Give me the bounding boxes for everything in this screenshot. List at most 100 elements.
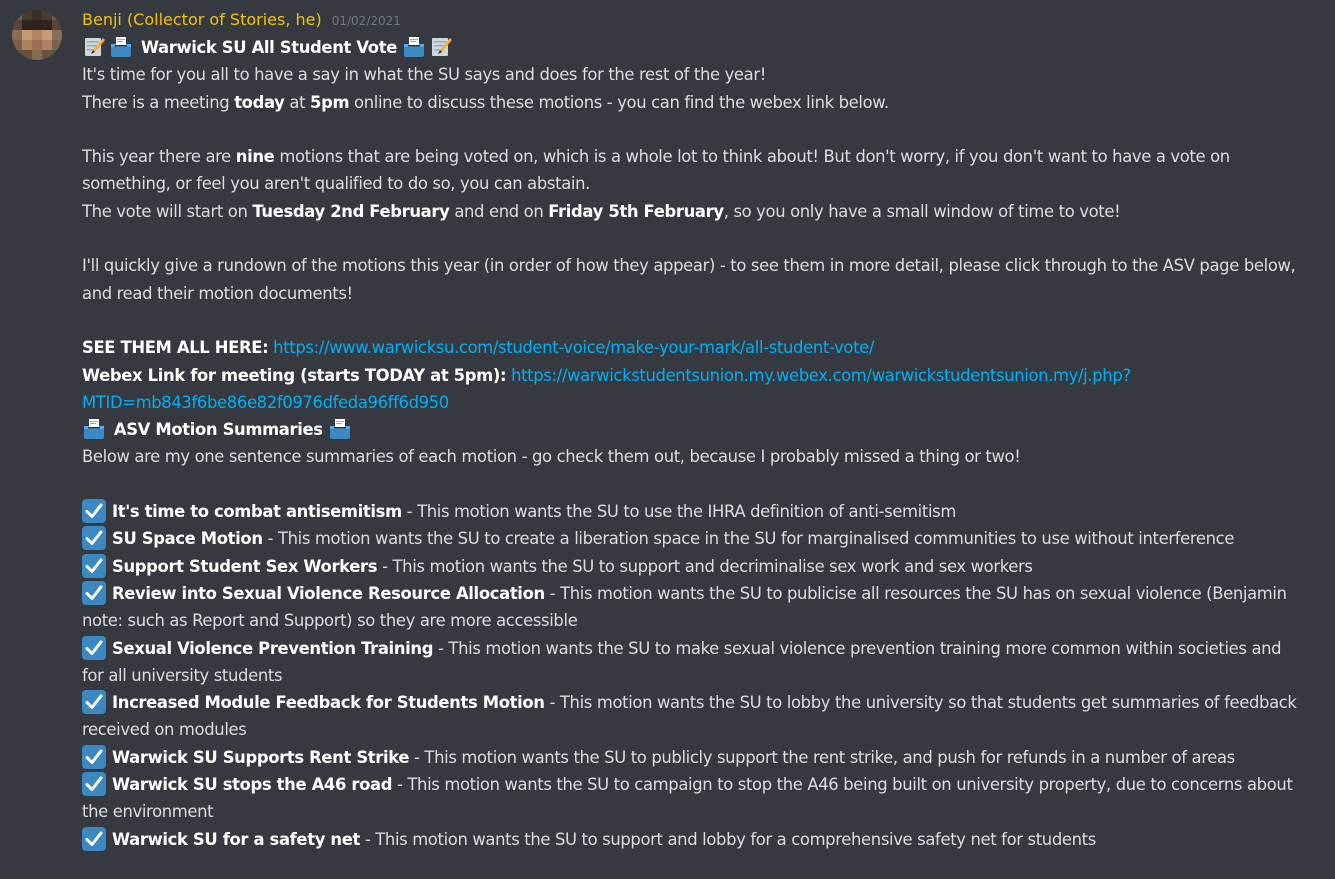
summaries-title: ASV Motion Summaries xyxy=(82,416,1335,443)
see-all-line: SEE THEM ALL HERE: https://www.warwicksu… xyxy=(82,334,1335,361)
rundown-line: I'll quickly give a rundown of the motio… xyxy=(82,256,1296,303)
text: There is a meeting xyxy=(82,92,235,112)
emphasis: nine xyxy=(235,147,275,167)
list-item: Warwick SU for a safety net - This motio… xyxy=(82,826,1297,853)
check-mark-icon xyxy=(82,499,106,524)
avatar-pixel xyxy=(52,20,62,30)
motion-list: It's time to combat antisemitism - This … xyxy=(82,498,1335,853)
motion-desc: - This motion wants the SU to support an… xyxy=(377,556,1033,576)
check-mark-icon xyxy=(82,635,106,660)
motion-name: Warwick SU Supports Rent Strike xyxy=(112,747,410,767)
motion-name: Review into Sexual Violence Resource All… xyxy=(112,583,545,603)
avatar-pixel xyxy=(12,40,22,50)
avatar-pixel xyxy=(32,50,42,60)
avatar-pixel xyxy=(42,50,52,60)
see-all-label: SEE THEM ALL HERE: xyxy=(82,338,269,358)
avatar-pixel xyxy=(22,40,32,50)
text: at xyxy=(284,92,311,112)
motions-count-line: This year there are nine motions that ar… xyxy=(82,143,1297,198)
avatar-pixel xyxy=(22,20,32,30)
text: and end on xyxy=(449,201,549,221)
list-item: Sexual Violence Prevention Training - Th… xyxy=(82,635,1297,690)
avatar-pixel xyxy=(32,10,42,20)
avatar-pixel xyxy=(32,40,42,50)
webex-line: Webex Link for meeting (starts TODAY at … xyxy=(82,362,1335,389)
list-item: Warwick SU stops the A46 road - This mot… xyxy=(82,771,1297,826)
list-item: Support Student Sex Workers - This motio… xyxy=(82,553,1297,580)
text: This year there are xyxy=(82,147,236,167)
check-mark-icon xyxy=(82,690,106,715)
title-text: Warwick SU All Student Vote xyxy=(140,38,397,57)
emphasis: Friday 5th February xyxy=(548,201,724,221)
motion-desc: - This motion wants the SU to use the IH… xyxy=(401,502,957,522)
avatar-pixel xyxy=(12,10,22,20)
list-item: It's time to combat antisemitism - This … xyxy=(82,498,1297,525)
avatar-pixel xyxy=(12,50,22,60)
summaries-title-text: ASV Motion Summaries xyxy=(113,420,323,440)
motion-desc: - This motion wants the SU to create a l… xyxy=(262,529,1235,549)
avatar-pixel xyxy=(22,30,32,40)
webex-link-cont[interactable]: MTID=mb843f6be86e82f0976dfeda96ff6d950 xyxy=(82,393,449,412)
avatar-pixel xyxy=(32,20,42,30)
avatar-pixel xyxy=(32,30,42,40)
ballot-box-icon xyxy=(402,35,426,59)
check-mark-icon xyxy=(82,526,106,551)
check-mark-icon xyxy=(82,772,106,797)
webex-link[interactable]: https://warwickstudentsunion.my.webex.co… xyxy=(511,366,1131,385)
ballot-box-icon xyxy=(82,417,106,441)
username[interactable]: Benji (Collector of Stories, he) xyxy=(82,10,322,29)
list-item: SU Space Motion - This motion wants the … xyxy=(82,525,1297,552)
webex-label: Webex Link for meeting (starts TODAY at … xyxy=(82,365,507,385)
check-mark-icon xyxy=(82,826,106,851)
check-mark-icon xyxy=(82,744,106,769)
avatar-pixel xyxy=(52,30,62,40)
check-mark-icon xyxy=(82,580,106,605)
list-item: Warwick SU Supports Rent Strike - This m… xyxy=(82,744,1297,771)
message-title: Warwick SU All Student Vote xyxy=(82,34,1335,61)
memo-icon xyxy=(429,35,453,59)
avatar-pixel xyxy=(52,10,62,20)
motion-name: Warwick SU for a safety net xyxy=(112,829,360,849)
avatar-pixel xyxy=(42,40,52,50)
emphasis: 5pm xyxy=(310,92,350,112)
motion-desc: - This motion wants the SU to support an… xyxy=(359,829,1096,849)
avatar[interactable] xyxy=(12,10,62,60)
avatar-pixel xyxy=(42,10,52,20)
chat-message: Benji (Collector of Stories, he) 01/02/2… xyxy=(0,0,1335,853)
avatar-pixel xyxy=(42,20,52,30)
motion-name: Increased Module Feedback for Students M… xyxy=(112,693,545,713)
list-item: Review into Sexual Violence Resource All… xyxy=(82,580,1297,635)
text: The vote will start on xyxy=(82,201,253,221)
list-item: Increased Module Feedback for Students M… xyxy=(82,689,1297,744)
webex-line-cont: MTID=mb843f6be86e82f0976dfeda96ff6d950 xyxy=(82,389,1335,416)
avatar-pixel xyxy=(22,50,32,60)
ballot-box-icon xyxy=(109,35,133,59)
motion-desc: - This motion wants the SU to publicly s… xyxy=(409,747,1235,767)
asv-page-link[interactable]: https://www.warwicksu.com/student-voice/… xyxy=(273,338,874,357)
ballot-box-icon xyxy=(328,417,352,441)
intro-line: It's time for you all to have a say in w… xyxy=(82,65,766,85)
emphasis: Tuesday 2nd February xyxy=(252,201,450,221)
avatar-pixel xyxy=(52,40,62,50)
motion-name: It's time to combat antisemitism xyxy=(112,502,402,522)
message-header: Benji (Collector of Stories, he) 01/02/2… xyxy=(82,10,1335,32)
avatar-pixel xyxy=(12,30,22,40)
check-mark-icon xyxy=(82,553,106,578)
motion-name: Sexual Violence Prevention Training xyxy=(112,638,434,658)
motion-name: Support Student Sex Workers xyxy=(112,556,378,576)
motion-name: Warwick SU stops the A46 road xyxy=(112,775,393,795)
avatar-pixel xyxy=(12,20,22,30)
text: , so you only have a small window of tim… xyxy=(723,201,1121,221)
text: online to discuss these motions - you ca… xyxy=(349,92,889,112)
motion-name: SU Space Motion xyxy=(112,529,263,549)
avatar-pixel xyxy=(22,10,32,20)
emphasis: today xyxy=(234,92,285,112)
timestamp: 01/02/2021 xyxy=(331,14,401,28)
dates-line: The vote will start on Tuesday 2nd Febru… xyxy=(82,198,1335,225)
meeting-line: There is a meeting today at 5pm online t… xyxy=(82,89,1335,116)
avatar-pixel xyxy=(42,30,52,40)
